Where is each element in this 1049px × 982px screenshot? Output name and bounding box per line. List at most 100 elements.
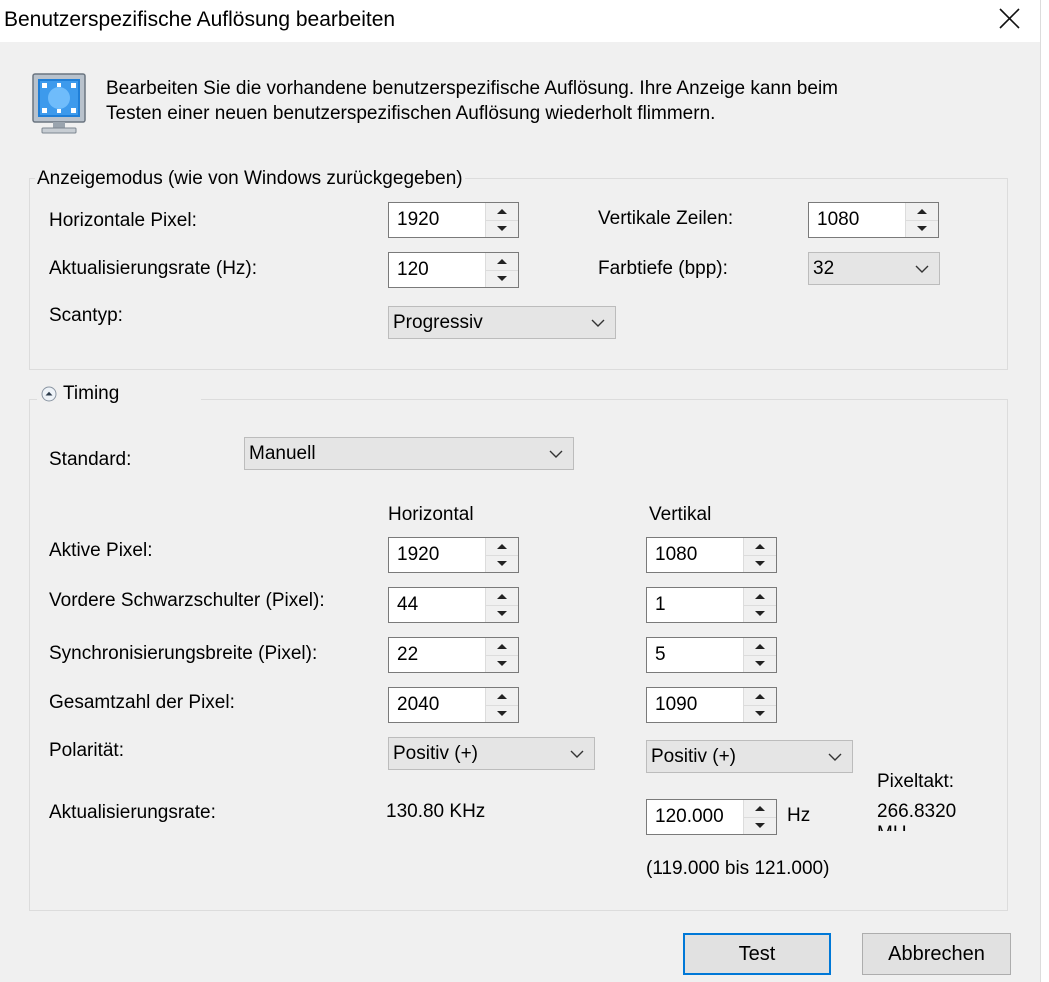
front-porch-label: Vordere Schwarzschulter (Pixel): [49, 590, 325, 611]
spin-down-button[interactable] [744, 817, 776, 834]
spin-down-button[interactable] [486, 655, 518, 672]
refresh-rate-label: Aktualisierungsrate (Hz): [49, 258, 258, 279]
spin-up-button[interactable] [744, 800, 776, 818]
active-pixels-h-value[interactable]: 1920 [389, 538, 485, 572]
pixel-clock-unit-clip: MH [877, 823, 937, 831]
total-pixels-v-spinner[interactable]: 1090 [646, 687, 777, 723]
color-depth-value: 32 [813, 257, 835, 279]
spin-down-button[interactable] [486, 220, 518, 237]
polarity-h-select[interactable]: Positiv (+) [388, 737, 595, 770]
refresh-rate-spinner[interactable]: 120 [388, 252, 519, 288]
spin-down-button[interactable] [486, 555, 518, 572]
front-porch-h-value[interactable]: 44 [389, 588, 485, 622]
arrow-up-icon [497, 593, 507, 599]
vertical-lines-spinner[interactable]: 1080 [808, 202, 939, 238]
test-button[interactable]: Test [683, 933, 831, 975]
spin-down-button[interactable] [744, 605, 776, 622]
standard-select[interactable]: Manuell [244, 437, 574, 470]
chevron-down-icon [570, 750, 584, 758]
arrow-up-icon [497, 693, 507, 699]
spin-down-button[interactable] [486, 270, 518, 287]
close-button[interactable] [990, 0, 1030, 40]
timing-refresh-label: Aktualisierungsrate: [49, 802, 216, 823]
polarity-v-value: Positiv (+) [651, 745, 736, 767]
arrow-down-icon [497, 276, 507, 282]
polarity-label: Polarität: [49, 740, 124, 761]
display-mode-legend: Anzeigemodus (wie von Windows zurückgege… [35, 168, 465, 190]
active-pixels-v-value[interactable]: 1080 [647, 538, 743, 572]
description-line-2: Testen einer neuen benutzerspezifischen … [106, 103, 716, 124]
chevron-down-icon [591, 319, 605, 327]
refresh-rate-value[interactable]: 120 [389, 253, 485, 287]
total-pixels-h-spinner[interactable]: 2040 [388, 687, 519, 723]
color-depth-select[interactable]: 32 [808, 252, 940, 285]
vertical-lines-value[interactable]: 1080 [809, 203, 905, 237]
horizontal-pixels-spinner[interactable]: 1920 [388, 202, 519, 238]
arrow-up-icon [755, 805, 765, 811]
description: Bearbeiten Sie die vorhandene benutzersp… [106, 76, 838, 126]
standard-label: Standard: [49, 449, 132, 470]
sync-width-h-spinner[interactable]: 22 [388, 637, 519, 673]
spin-down-button[interactable] [744, 655, 776, 672]
arrow-down-icon [497, 226, 507, 232]
close-icon [999, 8, 1020, 29]
arrow-up-icon [755, 543, 765, 549]
scan-type-select[interactable]: Progressiv [388, 306, 616, 339]
column-header-horizontal: Horizontal [388, 504, 474, 525]
scan-type-label: Scantyp: [49, 305, 123, 326]
scan-type-value: Progressiv [393, 311, 483, 333]
sync-width-v-spinner[interactable]: 5 [646, 637, 777, 673]
column-header-vertical: Vertikal [649, 504, 712, 525]
spin-up-button[interactable] [744, 588, 776, 606]
active-pixels-v-spinner[interactable]: 1080 [646, 537, 777, 573]
spin-up-button[interactable] [486, 538, 518, 556]
spin-up-button[interactable] [744, 638, 776, 656]
vertical-refresh-spinner[interactable]: 120.000 [646, 799, 777, 835]
front-porch-v-spinner[interactable]: 1 [646, 587, 777, 623]
active-pixels-h-spinner[interactable]: 1920 [388, 537, 519, 573]
pixel-clock-value: 266.8320 [877, 801, 957, 822]
arrow-up-icon [755, 693, 765, 699]
front-porch-h-spinner[interactable]: 44 [388, 587, 519, 623]
collapse-toggle[interactable] [41, 386, 57, 402]
spin-up-button[interactable] [906, 203, 938, 221]
vertical-refresh-value[interactable]: 120.000 [647, 800, 743, 834]
spin-down-button[interactable] [744, 705, 776, 722]
chevron-down-icon [549, 450, 563, 458]
total-pixels-h-value[interactable]: 2040 [389, 688, 485, 722]
color-depth-label: Farbtiefe (bpp): [598, 258, 728, 279]
horizontal-pixels-value[interactable]: 1920 [389, 203, 485, 237]
spin-up-button[interactable] [744, 688, 776, 706]
arrow-down-icon [497, 611, 507, 617]
chevron-down-icon [828, 753, 842, 761]
monitor-icon [30, 72, 90, 136]
total-pixels-v-value[interactable]: 1090 [647, 688, 743, 722]
spin-down-button[interactable] [486, 605, 518, 622]
arrow-up-icon [497, 543, 507, 549]
front-porch-v-value[interactable]: 1 [647, 588, 743, 622]
sync-width-v-value[interactable]: 5 [647, 638, 743, 672]
arrow-up-icon [755, 643, 765, 649]
arrow-down-icon [755, 661, 765, 667]
cancel-button[interactable]: Abbrechen [862, 933, 1011, 975]
arrow-up-icon [917, 208, 927, 214]
arrow-up-icon [755, 593, 765, 599]
horizontal-pixels-label: Horizontale Pixel: [49, 210, 197, 231]
spin-up-button[interactable] [486, 688, 518, 706]
arrow-down-icon [755, 611, 765, 617]
pixel-clock-label: Pixeltakt: [877, 771, 955, 792]
arrow-up-icon [497, 643, 507, 649]
sync-width-label: Synchronisierungsbreite (Pixel): [49, 643, 318, 664]
spin-up-button[interactable] [486, 588, 518, 606]
window-edge-fill [1041, 0, 1049, 982]
polarity-h-value: Positiv (+) [393, 742, 478, 764]
sync-width-h-value[interactable]: 22 [389, 638, 485, 672]
spin-down-button[interactable] [486, 705, 518, 722]
spin-down-button[interactable] [744, 555, 776, 572]
spin-down-button[interactable] [906, 220, 938, 237]
spin-up-button[interactable] [744, 538, 776, 556]
spin-up-button[interactable] [486, 203, 518, 221]
spin-up-button[interactable] [486, 253, 518, 271]
spin-up-button[interactable] [486, 638, 518, 656]
polarity-v-select[interactable]: Positiv (+) [646, 740, 853, 773]
